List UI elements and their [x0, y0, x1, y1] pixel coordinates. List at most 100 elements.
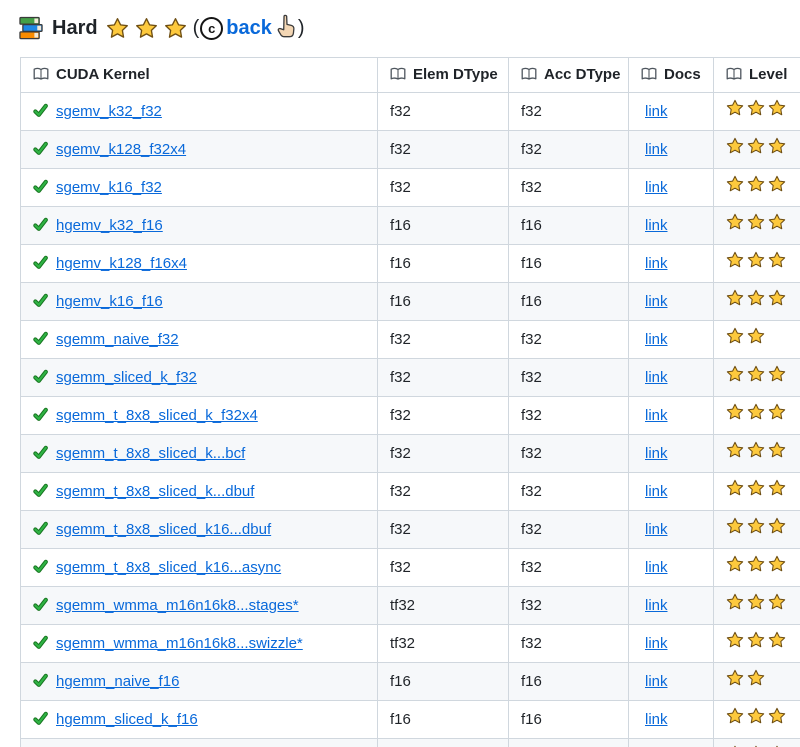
back-link[interactable]: back — [226, 17, 272, 40]
check-icon — [33, 103, 48, 118]
check-icon — [33, 711, 48, 726]
star-icon — [768, 99, 786, 117]
acc-dtype-cell: f32 — [509, 321, 629, 359]
elem-dtype-cell: f32 — [378, 93, 509, 131]
star-icon — [768, 555, 786, 573]
docs-cell: link — [629, 169, 714, 207]
kernel-link[interactable]: hgemm_sliced_k_f16 — [56, 711, 198, 728]
level-stars — [726, 137, 786, 155]
check-icon — [33, 179, 48, 194]
kernel-link[interactable]: sgemv_k16_f32 — [56, 179, 162, 196]
star-icon — [726, 175, 744, 193]
docs-link[interactable]: link — [645, 445, 668, 462]
docs-link[interactable]: link — [645, 293, 668, 310]
docs-link[interactable]: link — [645, 407, 668, 424]
acc-dtype-cell: f32 — [509, 587, 629, 625]
level-cell — [714, 587, 800, 625]
table-row: sgemm_wmma_m16n16k8...stages* tf32 f32 l… — [21, 587, 800, 625]
elem-dtype-cell: f32 — [378, 549, 509, 587]
docs-link[interactable]: link — [645, 141, 668, 158]
kernel-link[interactable]: sgemv_k128_f32x4 — [56, 141, 186, 158]
level-stars — [726, 403, 786, 421]
docs-cell: link — [629, 739, 714, 747]
check-icon — [33, 445, 48, 460]
kernel-link[interactable]: sgemm_naive_f32 — [56, 331, 179, 348]
docs-link[interactable]: link — [645, 217, 668, 234]
level-cell — [714, 93, 800, 131]
star-icon — [747, 213, 765, 231]
level-stars — [726, 555, 786, 573]
docs-cell: link — [629, 397, 714, 435]
acc-dtype-cell: f16 — [509, 739, 629, 747]
table-header-row: CUDA Kernel Elem DType Acc DType Docs Le… — [21, 58, 800, 93]
level-cell — [714, 739, 800, 747]
docs-link[interactable]: link — [645, 255, 668, 272]
level-cell — [714, 131, 800, 169]
elem-dtype-cell: f16 — [378, 701, 509, 739]
kernel-link[interactable]: sgemm_t_8x8_sliced_k...bcf — [56, 445, 245, 462]
level-cell — [714, 473, 800, 511]
kernel-link[interactable]: sgemm_wmma_m16n16k8...swizzle* — [56, 635, 303, 652]
table-row: hgemm_naive_f16 f16 f16 link — [21, 663, 800, 701]
star-icon — [726, 289, 744, 307]
elem-dtype-cell: f32 — [378, 511, 509, 549]
level-stars — [726, 593, 786, 611]
docs-link[interactable]: link — [645, 711, 668, 728]
kernel-cell: hgemm_t_8x8_sliced_k_f16x4 — [21, 739, 378, 747]
elem-dtype-cell: f16 — [378, 283, 509, 321]
star-icon — [726, 213, 744, 231]
kernel-link[interactable]: hgemv_k16_f16 — [56, 293, 163, 310]
kernel-link[interactable]: sgemv_k32_f32 — [56, 103, 162, 120]
level-stars — [726, 213, 786, 231]
kernel-link[interactable]: hgemm_naive_f16 — [56, 673, 179, 690]
kernel-cell: sgemv_k16_f32 — [21, 169, 378, 207]
table-row: sgemm_t_8x8_sliced_k_f32x4 f32 f32 link — [21, 397, 800, 435]
docs-link[interactable]: link — [645, 635, 668, 652]
star-icon — [726, 593, 744, 611]
section-title: Hard — [52, 17, 98, 40]
table-row: sgemv_k128_f32x4 f32 f32 link — [21, 131, 800, 169]
col-header-cuda-kernel: CUDA Kernel — [21, 58, 378, 93]
star-icon — [747, 327, 765, 345]
elem-dtype-cell: f16 — [378, 245, 509, 283]
kernel-link[interactable]: sgemm_t_8x8_sliced_k16...async — [56, 559, 281, 576]
star-icon — [164, 17, 187, 40]
kernel-cell: sgemv_k128_f32x4 — [21, 131, 378, 169]
level-cell — [714, 397, 800, 435]
docs-link[interactable]: link — [645, 179, 668, 196]
kernel-link[interactable]: sgemm_t_8x8_sliced_k16...dbuf — [56, 521, 271, 538]
table-row: hgemm_sliced_k_f16 f16 f16 link — [21, 701, 800, 739]
docs-link[interactable]: link — [645, 483, 668, 500]
kernel-link[interactable]: sgemm_sliced_k_f32 — [56, 369, 197, 386]
elem-dtype-cell: f16 — [378, 207, 509, 245]
open-paren: ( — [193, 17, 200, 40]
docs-cell: link — [629, 359, 714, 397]
readme-section: Hard ( c back ) CUDA Kernel Elem DTyp — [0, 0, 800, 747]
star-icon — [768, 517, 786, 535]
docs-link[interactable]: link — [645, 673, 668, 690]
kernel-link[interactable]: hgemv_k128_f16x4 — [56, 255, 187, 272]
docs-link[interactable]: link — [645, 597, 668, 614]
docs-link[interactable]: link — [645, 103, 668, 120]
col-header-level: Level — [714, 58, 800, 93]
kernel-link[interactable]: sgemm_wmma_m16n16k8...stages* — [56, 597, 299, 614]
acc-dtype-cell: f32 — [509, 511, 629, 549]
star-icon — [726, 441, 744, 459]
docs-link[interactable]: link — [645, 559, 668, 576]
docs-link[interactable]: link — [645, 521, 668, 538]
kernel-link[interactable]: sgemm_t_8x8_sliced_k...dbuf — [56, 483, 254, 500]
acc-dtype-cell: f32 — [509, 549, 629, 587]
kernel-link[interactable]: hgemv_k32_f16 — [56, 217, 163, 234]
kernel-cell: hgemv_k128_f16x4 — [21, 245, 378, 283]
docs-link[interactable]: link — [645, 369, 668, 386]
star-icon — [747, 707, 765, 725]
kernel-link[interactable]: sgemm_t_8x8_sliced_k_f32x4 — [56, 407, 258, 424]
table-row: sgemm_t_8x8_sliced_k16...async f32 f32 l… — [21, 549, 800, 587]
docs-link[interactable]: link — [645, 331, 668, 348]
table-row: hgemv_k128_f16x4 f16 f16 link — [21, 245, 800, 283]
acc-dtype-cell: f16 — [509, 245, 629, 283]
kernel-cell: sgemm_t_8x8_sliced_k...bcf — [21, 435, 378, 473]
star-icon — [135, 17, 158, 40]
kernel-cell: sgemm_t_8x8_sliced_k...dbuf — [21, 473, 378, 511]
level-stars — [726, 289, 786, 307]
